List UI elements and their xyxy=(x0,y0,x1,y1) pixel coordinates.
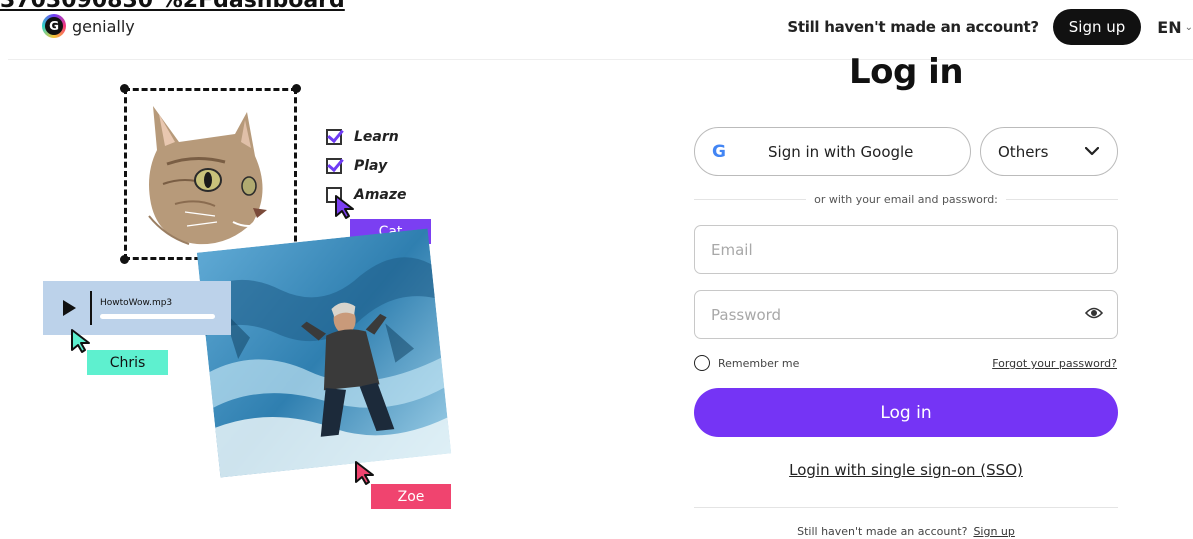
audio-progress-bar xyxy=(100,313,215,319)
sso-login-link[interactable]: Login with single sign-on (SSO) xyxy=(694,461,1118,479)
page-title: Log in xyxy=(848,52,964,92)
cat-image xyxy=(148,106,267,245)
checklist-label: Amaze xyxy=(354,186,407,203)
logo-letter: G xyxy=(45,17,63,35)
cursor-pink-icon xyxy=(355,461,374,485)
audio-divider xyxy=(90,291,92,325)
others-dropdown[interactable]: Others xyxy=(980,127,1118,176)
url-text: 3703090830 %2Fdashboard xyxy=(0,0,345,13)
remember-me-label: Remember me xyxy=(718,356,800,370)
login-button[interactable]: Log in xyxy=(694,388,1118,437)
footer-signup-link[interactable]: Sign up xyxy=(973,525,1014,538)
google-icon: G xyxy=(712,141,726,162)
zoe-photo xyxy=(196,228,452,478)
audio-player-card: HowtoWow.mp3 xyxy=(43,281,231,335)
selection-handle xyxy=(292,84,301,93)
language-selector[interactable]: EN ⌄ xyxy=(1157,18,1193,37)
email-field[interactable] xyxy=(694,225,1118,274)
google-signin-button[interactable]: G Sign in with Google xyxy=(694,127,971,176)
chevron-down-icon: ⌄ xyxy=(1184,21,1193,33)
show-password-eye-icon[interactable] xyxy=(1085,306,1103,320)
divider-line xyxy=(1005,199,1118,200)
checkbox-checked-icon xyxy=(326,128,342,145)
selection-handle xyxy=(120,255,129,264)
cursor-purple-icon xyxy=(335,195,354,219)
or-divider: or with your email and password: xyxy=(694,193,1118,206)
divider-line xyxy=(694,199,807,200)
forgot-password-link[interactable]: Forgot your password? xyxy=(992,357,1117,370)
footer-account-prompt: Still haven't made an account? xyxy=(797,525,968,538)
language-label: EN xyxy=(1157,17,1182,37)
header-signup-button[interactable]: Sign up xyxy=(1052,9,1142,45)
tag-zoe: Zoe xyxy=(371,484,451,509)
footer-divider xyxy=(694,507,1118,508)
tag-chris: Chris xyxy=(87,350,168,375)
checklist-item: Learn xyxy=(326,122,407,151)
checklist-label: Learn xyxy=(354,128,399,145)
selection-handle xyxy=(120,84,129,93)
checkbox-checked-icon xyxy=(326,157,342,174)
header-actions: Still haven't made an account? Sign up E… xyxy=(787,9,1193,45)
genially-logo-icon: G xyxy=(42,14,66,38)
checklist-label: Play xyxy=(354,157,388,174)
audio-info: HowtoWow.mp3 xyxy=(100,298,215,319)
remember-me-checkbox[interactable]: Remember me xyxy=(694,355,799,371)
checklist-item: Play xyxy=(326,151,407,180)
remember-me-radio-icon xyxy=(694,355,710,371)
footer-signup-prompt: Still haven't made an account? Sign up xyxy=(694,525,1118,538)
genially-logo[interactable]: G genially xyxy=(42,14,135,38)
others-label: Others xyxy=(998,142,1049,161)
password-field[interactable] xyxy=(694,290,1118,339)
google-signin-label: Sign in with Google xyxy=(768,142,914,161)
chevron-down-icon xyxy=(1085,147,1099,156)
audio-filename: HowtoWow.mp3 xyxy=(100,297,173,308)
logo-text: genially xyxy=(72,16,135,36)
header-account-prompt: Still haven't made an account? xyxy=(787,18,1039,36)
or-divider-text: or with your email and password: xyxy=(814,193,998,206)
play-icon xyxy=(63,300,76,316)
